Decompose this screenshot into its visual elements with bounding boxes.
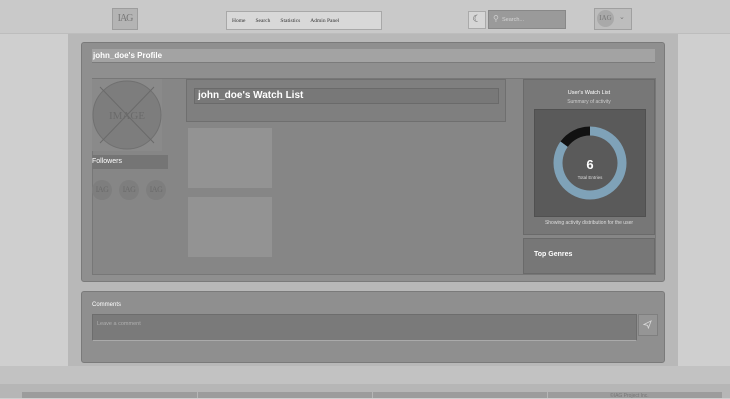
comment-field-wrapper — [92, 314, 637, 341]
watchlist-title: john_doe's Watch List — [194, 88, 499, 104]
follower-avatar[interactable]: IAG — [146, 180, 166, 200]
stats-title: User's Watch List — [567, 90, 611, 96]
user-avatar: IAG — [597, 10, 614, 27]
search-bar: ⚲ — [488, 10, 566, 29]
comments-label: Comments — [92, 302, 122, 308]
footer-section — [22, 392, 197, 398]
stats-subtitle: Summary of activity — [567, 99, 611, 105]
profile-title: john_doe's Profile — [92, 49, 655, 63]
watchlist-item[interactable] — [188, 197, 272, 257]
site-logo[interactable]: IAG — [112, 8, 138, 30]
comment-input[interactable] — [93, 315, 636, 340]
nav-search-link[interactable]: Search — [250, 18, 275, 24]
followers-heading: Followers — [92, 155, 168, 169]
avatar-placeholder-text: IMAGE — [109, 110, 145, 122]
theme-toggle-button[interactable]: ☾ — [468, 11, 486, 29]
donut-segment-1[interactable] — [560, 126, 591, 148]
top-navbar: IAG Home Search Statistics Admin Panel ☾… — [0, 0, 730, 34]
follower-avatar[interactable]: IAG — [119, 180, 139, 200]
moon-icon: ☾ — [472, 14, 482, 25]
page-footer: ©IAG Project Inc. — [0, 384, 730, 399]
stats-chart-panel: 6 Total Entries — [534, 109, 646, 217]
chevron-down-icon: ⌄ — [619, 14, 625, 21]
profile-card: john_doe's Profile IMAGE Followers IAG I… — [81, 42, 665, 282]
user-menu-button[interactable]: IAG ⌄ — [594, 8, 632, 30]
nav-home-link[interactable]: Home — [227, 18, 250, 24]
search-input[interactable] — [502, 11, 562, 28]
top-genres-title: Top Genres — [534, 251, 573, 258]
nav-statistics-link[interactable]: Statistics — [275, 18, 305, 24]
nav-admin-panel-link[interactable]: Admin Panel — [305, 18, 344, 24]
watchlist-stats-card: User's Watch List Summary of activity 6 … — [523, 79, 655, 235]
search-icon: ⚲ — [493, 14, 499, 23]
comments-card: Comments — [81, 291, 665, 363]
donut-total-label: Total Entries — [578, 175, 604, 180]
footer-section — [198, 392, 372, 398]
watchlist-item[interactable] — [188, 128, 272, 188]
stats-footnote: Showing activity distribution for the us… — [544, 220, 634, 226]
follower-avatar[interactable]: IAG — [92, 180, 112, 200]
send-comment-button[interactable] — [638, 314, 658, 336]
activity-donut-chart: 6 Total Entries — [553, 126, 627, 200]
profile-avatar-image: IMAGE — [92, 79, 162, 151]
send-icon — [643, 320, 652, 329]
page-bottom — [0, 366, 730, 384]
left-gutter — [0, 34, 68, 366]
donut-total: 6 — [586, 157, 593, 172]
footer-section — [373, 392, 547, 398]
main-nav: Home Search Statistics Admin Panel — [226, 11, 382, 30]
top-genres-card: Top Genres — [523, 238, 655, 274]
footer-copyright: ©IAG Project Inc. — [610, 393, 649, 399]
